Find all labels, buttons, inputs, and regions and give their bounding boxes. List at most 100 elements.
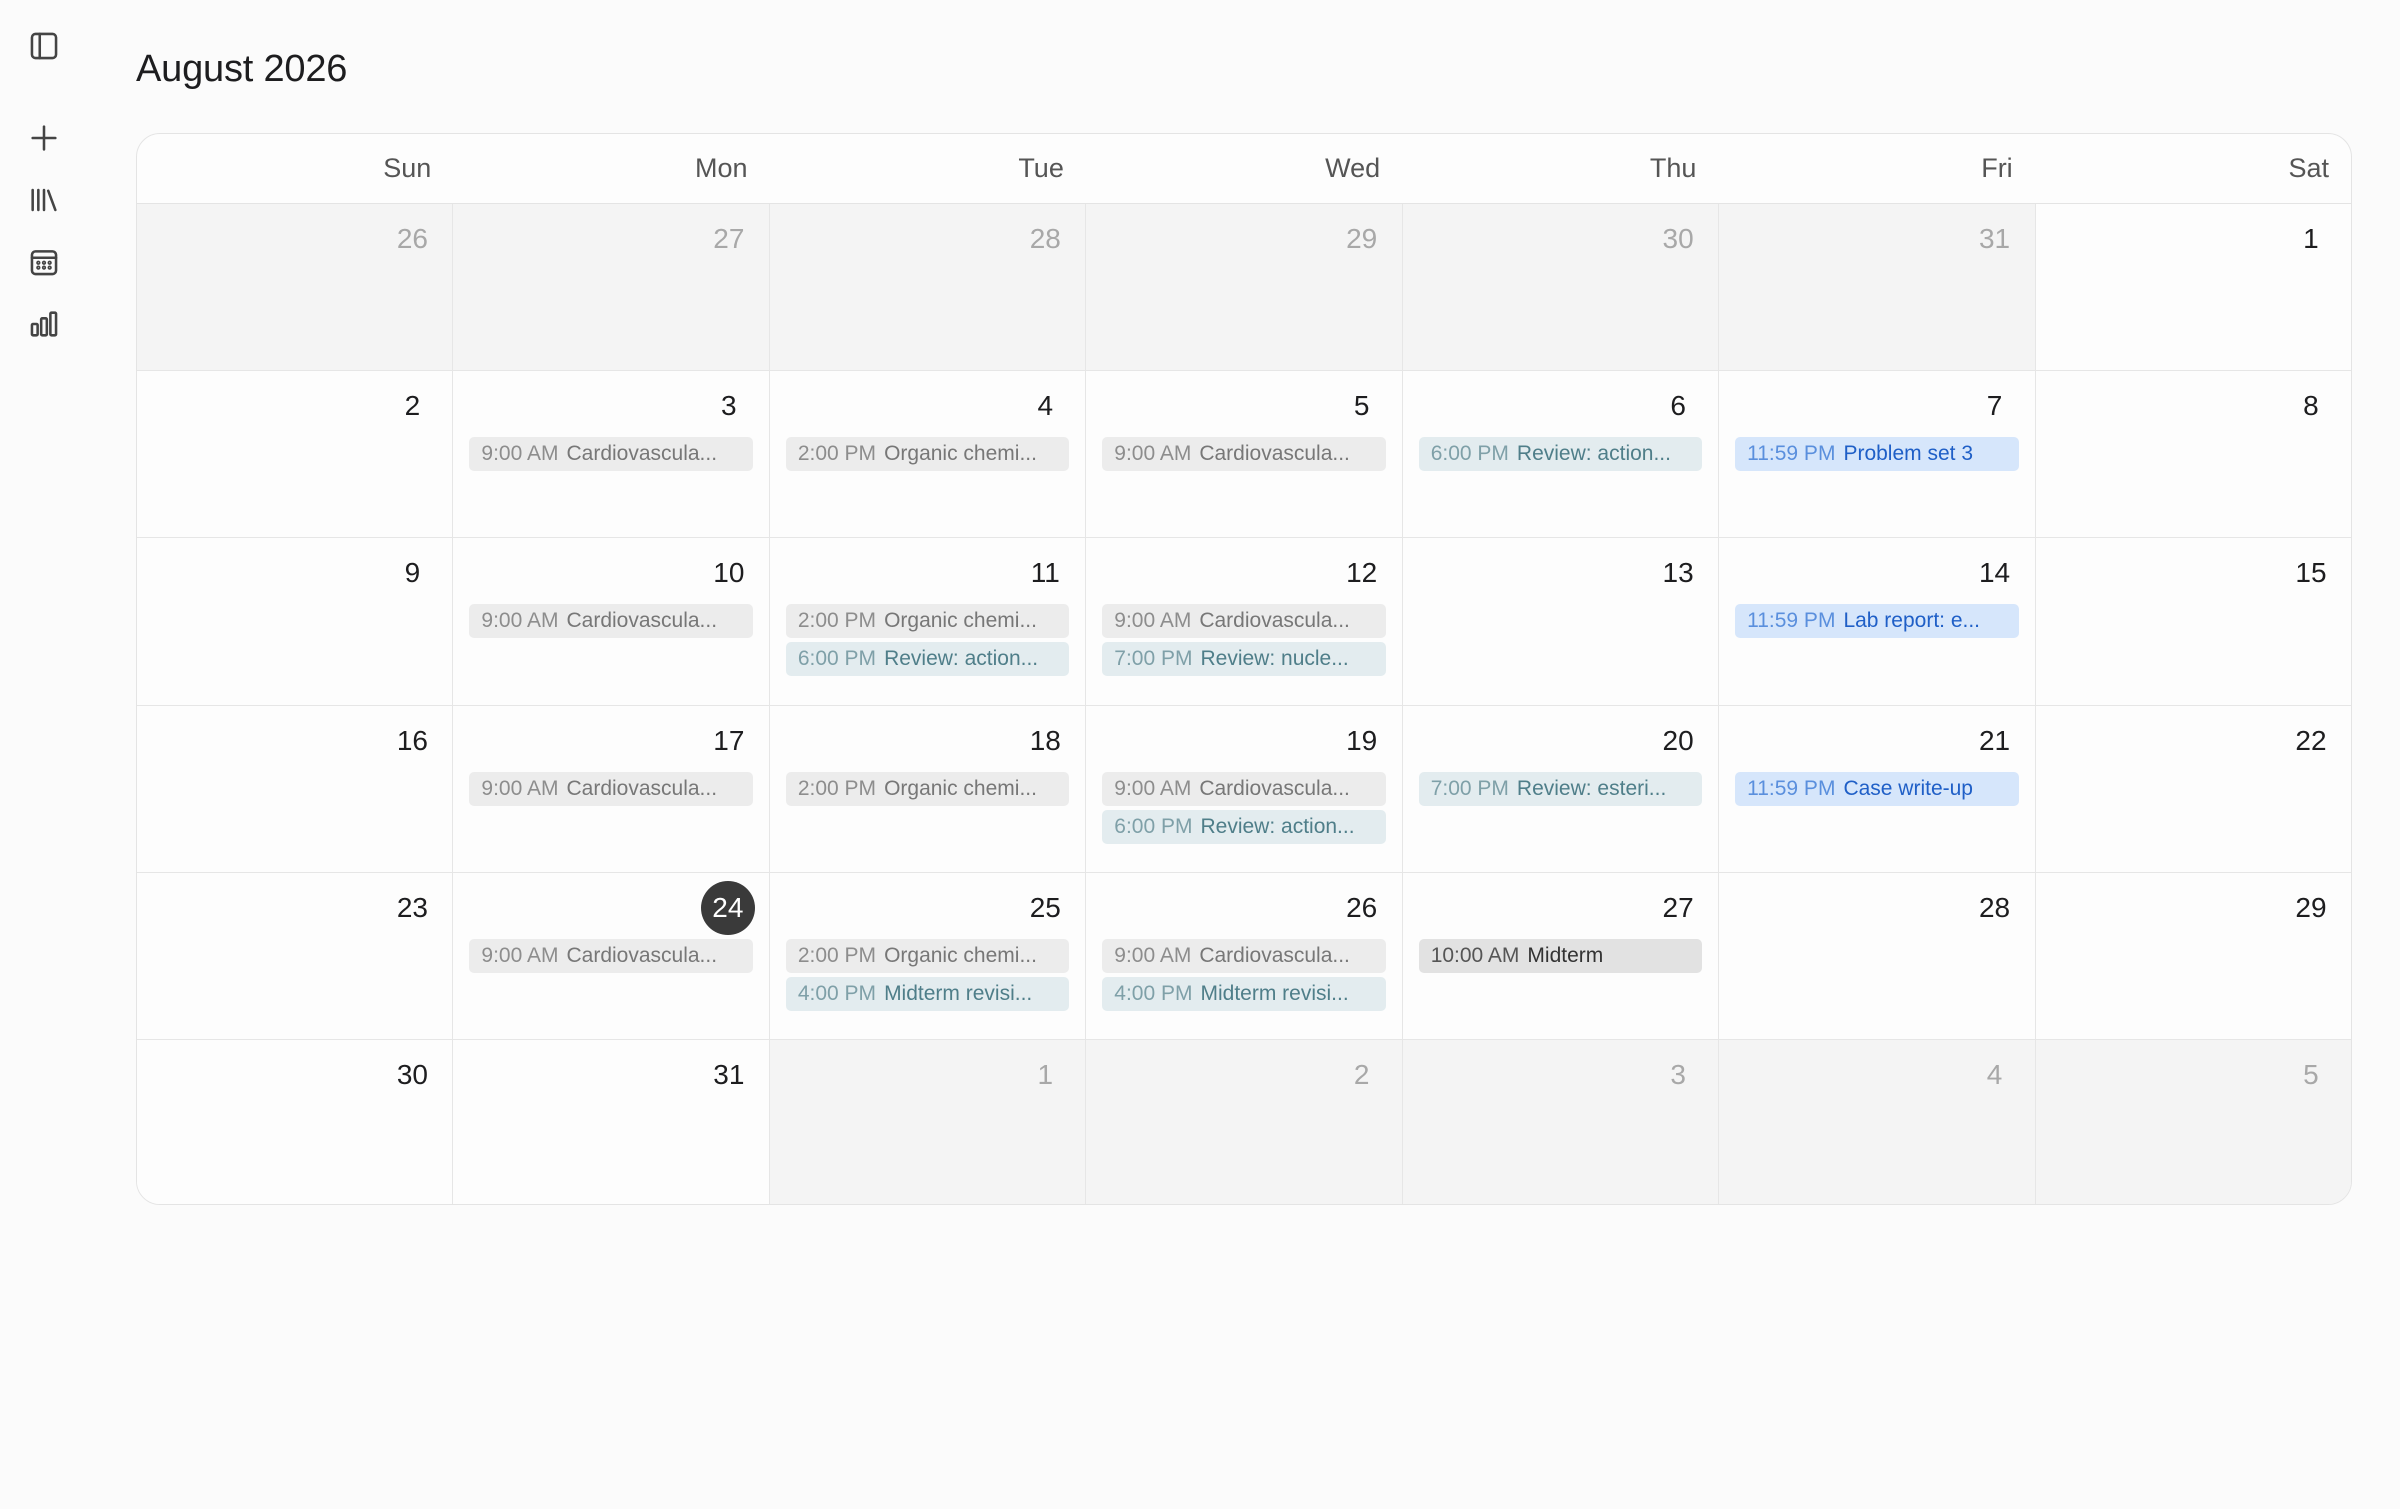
day-cell[interactable]: 7 11:59 PM Problem set 3 <box>1719 371 2036 538</box>
event-time: 10:00 AM <box>1430 943 1520 967</box>
day-cell[interactable]: 31 <box>1719 204 2036 371</box>
day-cell[interactable]: 25 2:00 PM Organic chemi... 4:00 PM Midterm … <box>769 872 1087 1039</box>
event-chip[interactable]: 9:00 AM Cardiovascula... <box>469 604 753 639</box>
weekday-sat: Sat <box>2288 153 2329 183</box>
event-chip[interactable]: 2:00 PM Organic chemi... <box>785 771 1070 806</box>
event-chip[interactable]: 2:00 PM Organic chemi... <box>785 437 1070 472</box>
event-title: Cardiovascula... <box>1199 442 1350 466</box>
bar-chart-icon[interactable] <box>22 302 66 346</box>
day-cell-today[interactable]: 24 9:00 AM Cardiovascula... <box>453 872 770 1039</box>
event-title: Cardiovascula... <box>566 943 718 967</box>
event-chip[interactable]: 9:00 AM Cardiovascula... <box>469 771 753 806</box>
event-chip[interactable]: 9:00 AM Cardiovascula... <box>1102 771 1386 806</box>
day-cell[interactable]: 9 <box>137 538 454 705</box>
day-cell[interactable]: 1 <box>769 1039 1087 1204</box>
weekday-wed: Wed <box>1325 153 1381 183</box>
day-cell[interactable]: 30 <box>137 1039 454 1204</box>
event-chip[interactable]: 9:00 AM Cardiovascula... <box>1102 604 1386 639</box>
calendar-icon[interactable] <box>22 240 66 284</box>
day-cell[interactable]: 5 <box>2035 1039 2351 1204</box>
day-cell[interactable]: 26 9:00 AM Cardiovascula... 4:00 PM Midterm … <box>1086 872 1403 1039</box>
event-chip[interactable]: 6:00 PM Review: action... <box>1418 437 1703 472</box>
day-cell[interactable]: 14 11:59 PM Lab report: e... <box>1719 538 2036 705</box>
event-chip[interactable]: 6:00 PM Review: action... <box>785 642 1070 677</box>
day-cell[interactable]: 27 <box>453 204 770 371</box>
day-cell[interactable]: 28 <box>769 204 1087 371</box>
day-cell[interactable]: 11 2:00 PM Organic chemi... 6:00 PM Review: … <box>769 538 1087 705</box>
day-cell[interactable]: 16 <box>137 705 454 872</box>
day-cell[interactable]: 2 <box>1086 1039 1403 1204</box>
event-chip[interactable]: 4:00 PM Midterm revisi... <box>1102 976 1386 1011</box>
week-row: 2 3 9:00 AM Cardiovascula... 4 2:00 PM Organic… <box>137 371 2351 539</box>
day-cell[interactable]: 31 <box>453 1039 770 1204</box>
day-number: 31 <box>713 1058 745 1090</box>
day-cell[interactable]: 23 <box>137 872 454 1039</box>
day-cell[interactable]: 5 9:00 AM Cardiovascula... <box>1086 371 1403 538</box>
day-cell[interactable]: 18 2:00 PM Organic chemi... <box>769 705 1087 872</box>
library-icon[interactable] <box>22 178 66 222</box>
event-chip[interactable]: 7:00 PM Review: nucle... <box>1102 642 1386 677</box>
day-cell[interactable]: 29 <box>1086 204 1403 371</box>
event-chip[interactable]: 7:00 PM Review: esteri... <box>1418 771 1703 806</box>
event-chip[interactable]: 11:59 PM Problem set 3 <box>1735 437 2019 472</box>
event-chip[interactable]: 9:00 AM Cardiovascula... <box>469 938 753 973</box>
day-cell[interactable]: 8 <box>2035 371 2351 538</box>
day-number: 26 <box>1346 891 1378 923</box>
event-chip[interactable]: 9:00 AM Cardiovascula... <box>1102 938 1386 973</box>
event-list: 9:00 AM Cardiovascula... 7:00 PM Review: nu… <box>1102 604 1386 677</box>
day-number-row: 20 <box>1419 714 1704 768</box>
day-cell[interactable]: 22 <box>2035 705 2351 872</box>
day-cell[interactable]: 1 <box>2035 204 2351 371</box>
day-cell[interactable]: 6 6:00 PM Review: action... <box>1402 371 1720 538</box>
event-chip[interactable]: 2:00 PM Organic chemi... <box>785 604 1070 639</box>
day-cell[interactable]: 10 9:00 AM Cardiovascula... <box>453 538 770 705</box>
day-number: 30 <box>396 1058 428 1090</box>
day-cell[interactable]: 12 9:00 AM Cardiovascula... 7:00 PM Review: … <box>1086 538 1403 705</box>
event-chip[interactable]: 9:00 AM Cardiovascula... <box>469 437 753 472</box>
day-number-row: 3 <box>1419 1048 1704 1102</box>
day-cell[interactable]: 19 9:00 AM Cardiovascula... 6:00 PM Review: … <box>1086 705 1403 872</box>
day-number-row: 8 <box>2052 379 2337 433</box>
day-cell[interactable]: 28 <box>1719 872 2036 1039</box>
event-time: 4:00 PM <box>797 981 877 1005</box>
event-list: 2:00 PM Organic chemi... <box>785 437 1070 472</box>
day-cell[interactable]: 4 <box>1719 1039 2036 1204</box>
day-cell[interactable]: 3 <box>1402 1039 1720 1204</box>
event-list: 9:00 AM Cardiovascula... <box>469 437 753 472</box>
day-cell[interactable]: 15 <box>2035 538 2351 705</box>
day-number: 3 <box>721 390 737 422</box>
day-number: 10 <box>713 557 745 589</box>
day-cell[interactable]: 30 <box>1402 204 1720 371</box>
day-number-row: 1 <box>786 1048 1071 1102</box>
event-list: 9:00 AM Cardiovascula... <box>1102 437 1386 472</box>
plus-icon[interactable] <box>22 116 66 160</box>
week-row: 16 17 9:00 AM Cardiovascula... 18 2:00 PM Orga… <box>137 705 2351 873</box>
day-cell[interactable]: 4 2:00 PM Organic chemi... <box>769 371 1087 538</box>
event-chip[interactable]: 10:00 AM Midterm <box>1418 938 1703 973</box>
weekday-sun: Sun <box>383 153 432 183</box>
event-title: Organic chemi... <box>884 442 1037 466</box>
event-chip[interactable]: 11:59 PM Lab report: e... <box>1735 604 2019 639</box>
event-chip[interactable]: 11:59 PM Case write-up <box>1735 771 2019 806</box>
day-cell[interactable]: 13 <box>1402 538 1720 705</box>
sidebar <box>0 0 88 1509</box>
event-chip[interactable]: 2:00 PM Organic chemi... <box>785 938 1070 973</box>
event-time: 6:00 PM <box>797 647 877 671</box>
day-cell[interactable]: 2 <box>137 371 454 538</box>
day-cell[interactable]: 20 7:00 PM Review: esteri... <box>1402 705 1720 872</box>
day-number: 4 <box>1986 1058 2003 1090</box>
day-cell[interactable]: 17 9:00 AM Cardiovascula... <box>453 705 770 872</box>
day-cell[interactable]: 29 <box>2035 872 2351 1039</box>
sidebar-toggle-icon[interactable] <box>22 24 66 68</box>
event-chip[interactable]: 9:00 AM Cardiovascula... <box>1102 437 1386 472</box>
event-chip[interactable]: 4:00 PM Midterm revisi... <box>785 976 1070 1011</box>
today-badge: 24 <box>700 880 755 935</box>
day-cell[interactable]: 21 11:59 PM Case write-up <box>1719 705 2036 872</box>
event-title: Cardiovascula... <box>566 442 718 466</box>
day-number-row: 21 <box>1735 714 2020 768</box>
day-cell[interactable]: 3 9:00 AM Cardiovascula... <box>453 371 770 538</box>
event-time: 6:00 PM <box>1114 814 1193 838</box>
event-chip[interactable]: 6:00 PM Review: action... <box>1102 809 1386 844</box>
day-cell[interactable]: 27 10:00 AM Midterm <box>1402 872 1720 1039</box>
day-cell[interactable]: 26 <box>137 204 454 371</box>
